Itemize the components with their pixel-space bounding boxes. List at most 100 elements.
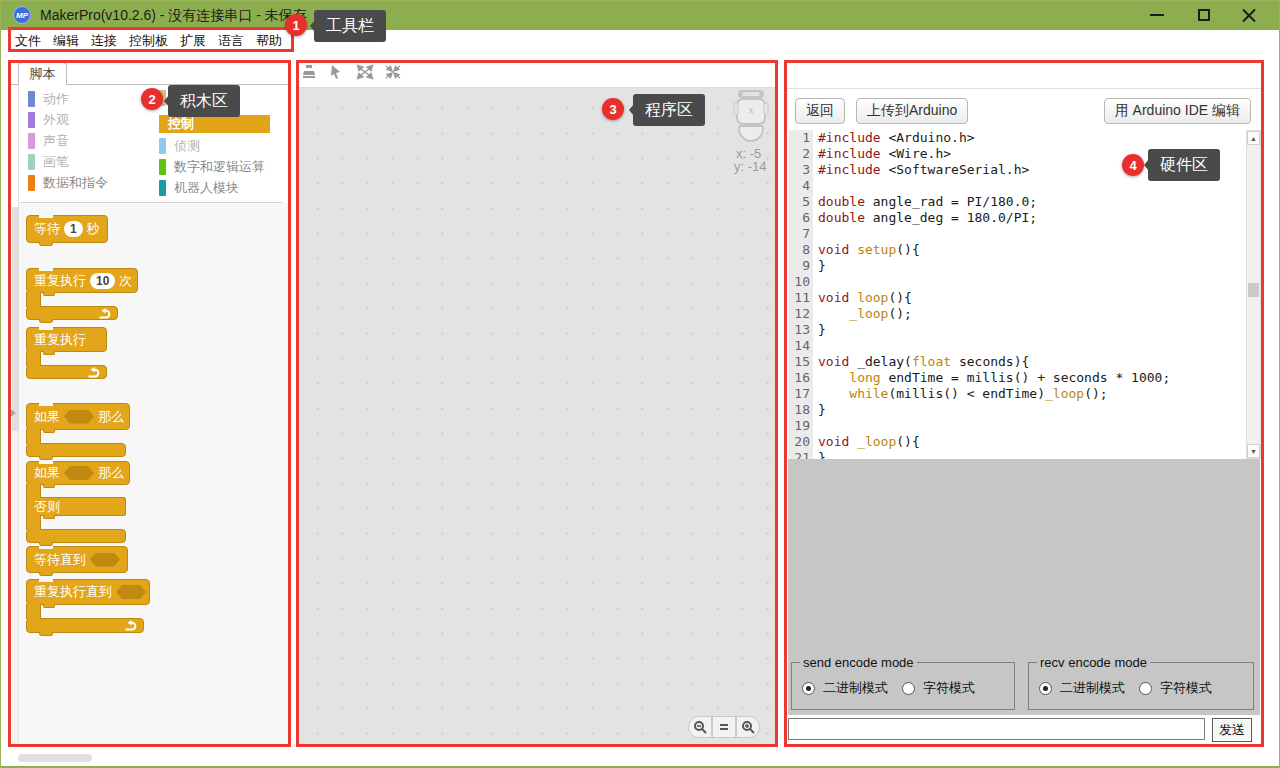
- block-repeat-until[interactable]: 重复执行直到: [26, 579, 150, 633]
- duplicate-icon[interactable]: [300, 63, 318, 85]
- menu-connect[interactable]: 连接: [91, 32, 117, 50]
- code-line: 15void _delay(float seconds){: [789, 354, 1245, 370]
- annotation-tooltip-toolbar: 工具栏: [314, 10, 386, 42]
- send-char-radio[interactable]: [902, 682, 915, 695]
- annotation-tooltip-blocks: 积木区: [168, 85, 240, 117]
- block-if-else[interactable]: 如果 那么 否则: [26, 461, 130, 543]
- zoom-out-button[interactable]: [688, 716, 712, 738]
- menu-extensions[interactable]: 扩展: [180, 32, 206, 50]
- code-line: 19: [789, 418, 1245, 434]
- code-line: 11void loop(){: [789, 290, 1245, 306]
- delete-icon[interactable]: [328, 63, 346, 85]
- annotation-badge-3: 3: [602, 98, 624, 120]
- menubar: 文件 编辑 连接 控制板 扩展 语言 帮助: [0, 30, 1280, 52]
- window-title: MakerPro(v10.2.6) - 没有连接串口 - 未保存: [40, 7, 307, 25]
- category-pen[interactable]: 画笔: [28, 153, 69, 171]
- operators-color-chip: [159, 159, 166, 175]
- scrollbar-thumb[interactable]: [1248, 283, 1259, 297]
- send-binary-radio[interactable]: [802, 682, 815, 695]
- edit-with-ide-button[interactable]: 用 Arduino IDE 编辑: [1104, 98, 1251, 124]
- upload-arduino-button[interactable]: 上传到Arduino: [856, 98, 968, 124]
- category-control[interactable]: 控制: [159, 115, 270, 133]
- category-looks[interactable]: 外观: [28, 111, 69, 129]
- maximize-button[interactable]: [1198, 9, 1210, 21]
- looks-color-chip: [28, 112, 35, 128]
- shrink-icon[interactable]: [384, 64, 402, 84]
- condition-slot[interactable]: [64, 466, 94, 480]
- block-forever[interactable]: 重复执行: [26, 327, 107, 379]
- sound-color-chip: [28, 133, 35, 149]
- category-robot[interactable]: 机器人模块: [159, 179, 239, 197]
- menu-file[interactable]: 文件: [15, 32, 41, 50]
- app-logo-icon: MP: [13, 6, 31, 24]
- device-y-coordinate: y: -14: [734, 159, 767, 174]
- annotation-tooltip-hardware: 硬件区: [1148, 149, 1220, 181]
- menu-language[interactable]: 语言: [218, 32, 244, 50]
- send-encode-groupbox: send encode mode 二进制模式 字符模式: [791, 662, 1015, 710]
- block-if-then[interactable]: 如果 那么: [26, 403, 130, 457]
- program-canvas[interactable]: x x: -5 y: -14: [297, 88, 777, 746]
- close-button[interactable]: [1242, 8, 1256, 22]
- palette-collapse-arrow[interactable]: [9, 408, 16, 418]
- pen-color-chip: [28, 154, 35, 170]
- code-line: 16 long endTime = millis() + seconds * 1…: [789, 370, 1245, 386]
- scroll-down-arrow[interactable]: ▼: [1247, 444, 1260, 458]
- category-sound[interactable]: 声音: [28, 132, 69, 150]
- repeat-count-input[interactable]: 10: [90, 273, 115, 289]
- device-ghost-image: x: [733, 90, 769, 148]
- loop-arrow-icon: [87, 367, 100, 378]
- code-line: 6double angle_deg = 180.0/PI;: [789, 210, 1245, 226]
- code-line: 5double angle_rad = PI/180.0;: [789, 194, 1245, 210]
- menu-edit[interactable]: 编辑: [53, 32, 79, 50]
- annotation-tooltip-program: 程序区: [633, 94, 705, 126]
- svg-text:x: x: [749, 105, 754, 115]
- code-line: 20void _loop(){: [789, 434, 1245, 450]
- code-line: 8void setup(){: [789, 242, 1245, 258]
- scroll-up-arrow[interactable]: ▲: [1247, 131, 1260, 145]
- code-line: 18}: [789, 402, 1245, 418]
- category-data[interactable]: 数据和指令: [28, 174, 108, 192]
- code-line: 12 _loop();: [789, 306, 1245, 322]
- motion-color-chip: [28, 91, 35, 107]
- palette-scrollbar-thumb[interactable]: [12, 207, 18, 431]
- loop-arrow-icon: [124, 620, 137, 631]
- zoom-reset-button[interactable]: [712, 716, 736, 738]
- recv-encode-groupbox: recv encode mode 二进制模式 字符模式: [1028, 662, 1254, 710]
- block-repeat-times[interactable]: 重复执行 10 次: [26, 268, 138, 320]
- zoom-in-button[interactable]: [736, 716, 760, 738]
- minimize-button[interactable]: [1150, 14, 1164, 16]
- category-sensing[interactable]: 侦测: [159, 137, 200, 155]
- back-button[interactable]: 返回: [795, 98, 845, 124]
- robot-color-chip: [159, 180, 166, 196]
- serial-send-input[interactable]: [788, 718, 1205, 740]
- horizontal-scrollbar-thumb[interactable]: [18, 754, 92, 762]
- code-line: 9}: [789, 258, 1245, 274]
- category-motion[interactable]: 动作: [28, 90, 69, 108]
- condition-slot[interactable]: [116, 585, 146, 599]
- recv-binary-radio[interactable]: [1039, 682, 1052, 695]
- panel-divider: [785, 88, 1263, 89]
- code-line: 21}: [789, 450, 1245, 459]
- zoom-controls: [688, 716, 760, 738]
- category-operators[interactable]: 数字和逻辑运算: [159, 158, 265, 176]
- send-button[interactable]: 发送: [1212, 718, 1252, 742]
- code-line: 7: [789, 226, 1245, 242]
- recv-char-radio[interactable]: [1139, 682, 1152, 695]
- code-line: 14: [789, 338, 1245, 354]
- tab-scripts[interactable]: 脚本: [18, 62, 67, 85]
- code-scrollbar[interactable]: ▲ ▼: [1246, 130, 1261, 459]
- code-line: 13}: [789, 322, 1245, 338]
- code-line: 10: [789, 274, 1245, 290]
- grow-icon[interactable]: [356, 64, 374, 84]
- sensing-color-chip: [159, 138, 166, 154]
- condition-slot[interactable]: [90, 553, 120, 567]
- menu-help[interactable]: 帮助: [256, 32, 282, 50]
- code-line: 17 while(millis() < endTime)_loop();: [789, 386, 1245, 402]
- code-line: 1#include <Arduino.h>: [789, 130, 1245, 146]
- menu-board[interactable]: 控制板: [129, 32, 168, 50]
- wait-value-input[interactable]: 1: [64, 221, 83, 237]
- condition-slot[interactable]: [64, 410, 94, 424]
- block-wait[interactable]: 等待 1 秒: [26, 215, 108, 243]
- block-wait-until[interactable]: 等待直到: [26, 546, 128, 573]
- program-toolbar: [297, 61, 777, 88]
